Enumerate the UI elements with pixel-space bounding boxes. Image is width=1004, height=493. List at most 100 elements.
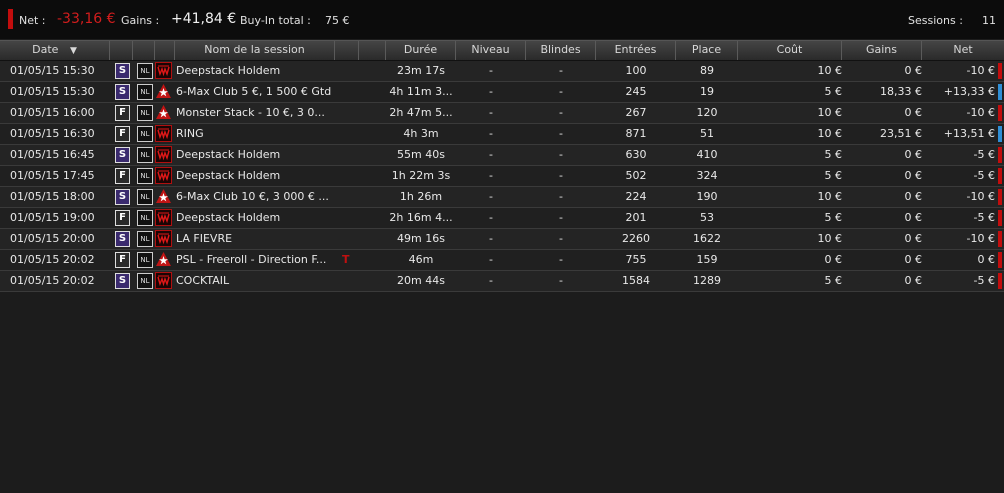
session-date: 01/05/15 20:00 bbox=[10, 232, 95, 245]
result-indicator bbox=[998, 210, 1002, 226]
session-date: 01/05/15 16:45 bbox=[10, 148, 95, 161]
table-row[interactable]: 01/05/15 15:30 S NL 6-Max Club 5 €, 1 500 €… bbox=[0, 82, 1004, 103]
sort-desc-icon: ▼ bbox=[69, 46, 77, 56]
session-name: Deepstack Holdem bbox=[176, 148, 281, 161]
table-row[interactable]: 01/05/15 15:30 S NL Deepstack Holdem 23m 17s… bbox=[0, 61, 1004, 82]
session-name: Deepstack Holdem bbox=[176, 64, 281, 77]
session-duration: 1h 26m bbox=[399, 190, 443, 203]
session-date: 01/05/15 18:00 bbox=[10, 190, 95, 203]
result-indicator bbox=[998, 147, 1002, 163]
game-type-badge: NL bbox=[137, 126, 153, 142]
session-entries: 502 bbox=[625, 169, 647, 182]
result-indicator bbox=[998, 63, 1002, 79]
table-row[interactable]: 01/05/15 17:45 F NL Deepstack Holdem 1h 22m … bbox=[0, 166, 1004, 187]
session-blinds: - bbox=[559, 190, 563, 203]
header-type[interactable] bbox=[110, 41, 133, 60]
session-name: Deepstack Holdem bbox=[176, 169, 281, 182]
header-entries[interactable]: Entrées bbox=[596, 41, 676, 60]
net-label: Net : bbox=[19, 14, 46, 27]
winamax-room-icon bbox=[155, 272, 172, 289]
session-level: - bbox=[489, 169, 493, 182]
session-type-badge: F bbox=[115, 126, 130, 142]
session-entries: 201 bbox=[625, 211, 647, 224]
session-tag bbox=[342, 208, 352, 228]
session-type-badge: F bbox=[115, 252, 130, 268]
session-level: - bbox=[489, 64, 493, 77]
session-net: -10 € bbox=[966, 190, 995, 203]
game-type-badge: NL bbox=[137, 252, 153, 268]
header-level[interactable]: Niveau bbox=[456, 41, 526, 60]
winamax-room-icon bbox=[155, 62, 172, 79]
table-row[interactable]: 01/05/15 20:02 F NL PSL - Freeroll - Direct… bbox=[0, 250, 1004, 271]
table-row[interactable]: 01/05/15 19:00 F NL Deepstack Holdem 2h 16m … bbox=[0, 208, 1004, 229]
gains-value: +41,84 € bbox=[171, 11, 237, 27]
header-room[interactable] bbox=[155, 41, 175, 60]
table-row[interactable]: 01/05/15 20:00 S NL LA FIEVRE 49m 16s - - 2260 1… bbox=[0, 229, 1004, 250]
session-level: - bbox=[489, 253, 493, 266]
session-entries: 871 bbox=[625, 127, 647, 140]
header-name[interactable]: Nom de la session bbox=[175, 41, 335, 60]
gains-label: Gains : bbox=[121, 14, 160, 27]
table-row[interactable]: 01/05/15 20:02 S NL COCKTAIL 20m 44s - - 1584 12… bbox=[0, 271, 1004, 292]
session-place: 53 bbox=[700, 211, 714, 224]
session-tag bbox=[342, 187, 352, 207]
session-date: 01/05/15 20:02 bbox=[10, 274, 95, 287]
table-row[interactable]: 01/05/15 16:00 F NL Monster Stack - 10 €, 3… bbox=[0, 103, 1004, 124]
session-date: 01/05/15 17:45 bbox=[10, 169, 95, 182]
session-blinds: - bbox=[559, 274, 563, 287]
header-net[interactable]: Net bbox=[922, 41, 1004, 60]
table-header: Date ▼ Nom de la session Durée Niveau Bl… bbox=[0, 40, 1004, 61]
session-entries: 630 bbox=[625, 148, 647, 161]
session-cost: 5 € bbox=[824, 148, 843, 161]
session-entries: 755 bbox=[625, 253, 647, 266]
table-row[interactable]: 01/05/15 18:00 S NL 6-Max Club 10 €, 3 000 … bbox=[0, 187, 1004, 208]
session-place: 190 bbox=[696, 190, 718, 203]
session-entries: 2260 bbox=[622, 232, 650, 245]
header-date[interactable]: Date ▼ bbox=[0, 41, 110, 60]
session-duration: 49m 16s bbox=[397, 232, 445, 245]
session-duration: 20m 44s bbox=[397, 274, 445, 287]
session-tag bbox=[342, 82, 352, 102]
header-tag[interactable] bbox=[335, 41, 359, 60]
header-date-label: Date bbox=[32, 43, 59, 56]
session-place: 410 bbox=[696, 148, 718, 161]
table-row[interactable]: 01/05/15 16:45 S NL Deepstack Holdem 55m 40s… bbox=[0, 145, 1004, 166]
result-indicator bbox=[998, 126, 1002, 142]
session-blinds: - bbox=[559, 85, 563, 98]
table-row[interactable]: 01/05/15 16:30 F NL RING 4h 3m - - 871 51 10 € 23,… bbox=[0, 124, 1004, 145]
header-cost[interactable]: Coût bbox=[738, 41, 842, 60]
session-level: - bbox=[489, 85, 493, 98]
session-date: 01/05/15 15:30 bbox=[10, 85, 95, 98]
session-blinds: - bbox=[559, 169, 563, 182]
session-net: 0 € bbox=[977, 253, 996, 266]
session-date: 01/05/15 16:30 bbox=[10, 127, 95, 140]
winamax-room-icon bbox=[155, 146, 172, 163]
pokerstars-room-icon bbox=[155, 188, 172, 205]
session-duration: 46m bbox=[408, 253, 434, 266]
session-level: - bbox=[489, 148, 493, 161]
header-game[interactable] bbox=[133, 41, 155, 60]
game-type-badge: NL bbox=[137, 63, 153, 79]
session-cost: 10 € bbox=[817, 190, 843, 203]
buyin-value: 75 € bbox=[325, 14, 350, 27]
session-tag bbox=[342, 271, 352, 291]
session-name: 6-Max Club 5 €, 1 500 € Gtd bbox=[176, 85, 332, 98]
header-blinds[interactable]: Blindes bbox=[526, 41, 596, 60]
session-place: 159 bbox=[696, 253, 718, 266]
session-blinds: - bbox=[559, 106, 563, 119]
header-gains[interactable]: Gains bbox=[842, 41, 922, 60]
session-net: -10 € bbox=[966, 64, 995, 77]
session-place: 1622 bbox=[693, 232, 721, 245]
session-name: RING bbox=[176, 127, 204, 140]
session-place: 19 bbox=[700, 85, 714, 98]
session-duration: 4h 3m bbox=[403, 127, 439, 140]
session-blinds: - bbox=[559, 64, 563, 77]
session-name: Monster Stack - 10 €, 3 0... bbox=[176, 106, 325, 119]
winamax-room-icon bbox=[155, 209, 172, 226]
header-duration[interactable]: Durée bbox=[386, 41, 456, 60]
result-indicator bbox=[998, 84, 1002, 100]
header-place[interactable]: Place bbox=[676, 41, 738, 60]
session-gains: 0 € bbox=[904, 274, 923, 287]
header-spacer bbox=[359, 41, 386, 60]
session-tag bbox=[342, 61, 352, 81]
